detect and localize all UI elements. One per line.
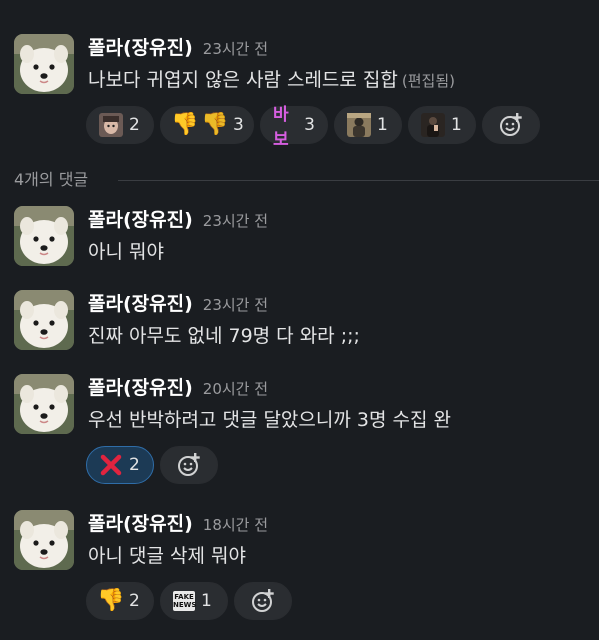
add-reaction-icon [252,589,274,612]
timestamp[interactable]: 20시간 전 [203,380,268,398]
reply-count-label: 4개의 댓글 [14,170,89,189]
reaction-count: 1 [451,115,462,135]
thumbs-down-icon: 👎 [201,112,229,137]
message-body: 나보다 귀엽지 않은 사람 스레드로 집합 [88,69,398,91]
add-reaction-icon [178,453,200,476]
parent-message[interactable]: 폴라(장유진) 23시간 전 나보다 귀엽지 않은 사람 스레드로 집합 (편집됨)… [14,34,594,154]
reaction-count: 3 [304,115,315,135]
replies-divider: 4개의 댓글 [14,168,599,192]
author-name[interactable]: 폴라(장유진) [88,293,193,315]
reaction-pill[interactable]: 👎 👎 3 [160,106,254,144]
avatar[interactable] [14,290,74,350]
reaction-count: 1 [377,115,388,135]
reaction-pill[interactable]: 바보 3 [260,105,328,150]
message-text: 나보다 귀엽지 않은 사람 스레드로 집합 (편집됨) [88,66,455,95]
photo-person-dark-icon [421,113,445,137]
add-reaction-button[interactable] [234,582,292,620]
author-name[interactable]: 폴라(장유진) [88,513,193,535]
baebo-text-emoji: 바보 [273,105,289,150]
x-mark-icon [99,453,123,477]
timestamp[interactable]: 18시간 전 [203,516,268,534]
reaction-count: 2 [129,591,140,611]
author-name[interactable]: 폴라(장유진) [88,377,193,399]
timestamp[interactable]: 23시간 전 [203,296,268,314]
reaction-bar: 2 [86,446,218,484]
message-text: 우선 반박하려고 댓글 달았으니까 3명 수집 완 [88,409,451,431]
edited-label: (편집됨) [401,72,455,90]
reaction-count: 1 [201,591,212,611]
reaction-pill[interactable]: 1 [408,106,476,144]
reaction-count: 3 [233,115,244,135]
author-name[interactable]: 폴라(장유진) [88,37,193,59]
photo-person-icon [347,113,371,137]
photo-face-icon [99,113,123,137]
add-reaction-button[interactable] [160,446,218,484]
reaction-pill[interactable]: 1 [334,106,402,144]
reaction-count: 2 [129,115,140,135]
reaction-bar: 2 👎 👎 3 바보 3 1 1 [86,105,540,150]
reaction-pill[interactable]: FAKE NEWS 1 [160,582,228,620]
fake-news-bottom: NEWS [173,601,197,609]
divider-line [118,180,599,181]
avatar[interactable] [14,206,74,266]
message-text: 진짜 아무도 없네 79명 다 와라 ;;; [88,325,360,347]
reply-message[interactable]: 폴라(장유진) 20시간 전 우선 반박하려고 댓글 달았으니까 3명 수집 완 … [14,374,594,490]
fake-news-icon: FAKE NEWS [173,591,197,611]
reaction-pill[interactable]: 👎 2 [86,582,154,620]
reply-message[interactable]: 폴라(장유진) 23시간 전 아니 뭐야 [14,206,594,276]
reaction-pill-active[interactable]: 2 [86,446,154,484]
thumbs-down-icon: 👎 [171,112,199,137]
reaction-pill[interactable]: 2 [86,106,154,144]
message-text: 아니 뭐야 [88,241,164,263]
timestamp[interactable]: 23시간 전 [203,40,268,58]
reply-message[interactable]: 폴라(장유진) 23시간 전 진짜 아무도 없네 79명 다 와라 ;;; [14,290,594,360]
reaction-bar: 👎 2 FAKE NEWS 1 [86,582,292,620]
avatar[interactable] [14,34,74,94]
avatar[interactable] [14,374,74,434]
timestamp[interactable]: 23시간 전 [203,212,268,230]
reaction-count: 2 [129,455,140,475]
thread-view: 폴라(장유진) 23시간 전 나보다 귀엽지 않은 사람 스레드로 집합 (편집됨)… [0,0,599,640]
avatar[interactable] [14,510,74,570]
thumbs-down-icon: 👎 [97,588,125,613]
fake-news-top: FAKE [174,593,194,601]
add-reaction-button[interactable] [482,106,540,144]
reply-message[interactable]: 폴라(장유진) 18시간 전 아니 댓글 삭제 뭐야 👎 2 FAKE NEWS … [14,510,594,626]
message-text: 아니 댓글 삭제 뭐야 [88,545,246,567]
add-reaction-icon [500,113,522,136]
author-name[interactable]: 폴라(장유진) [88,209,193,231]
